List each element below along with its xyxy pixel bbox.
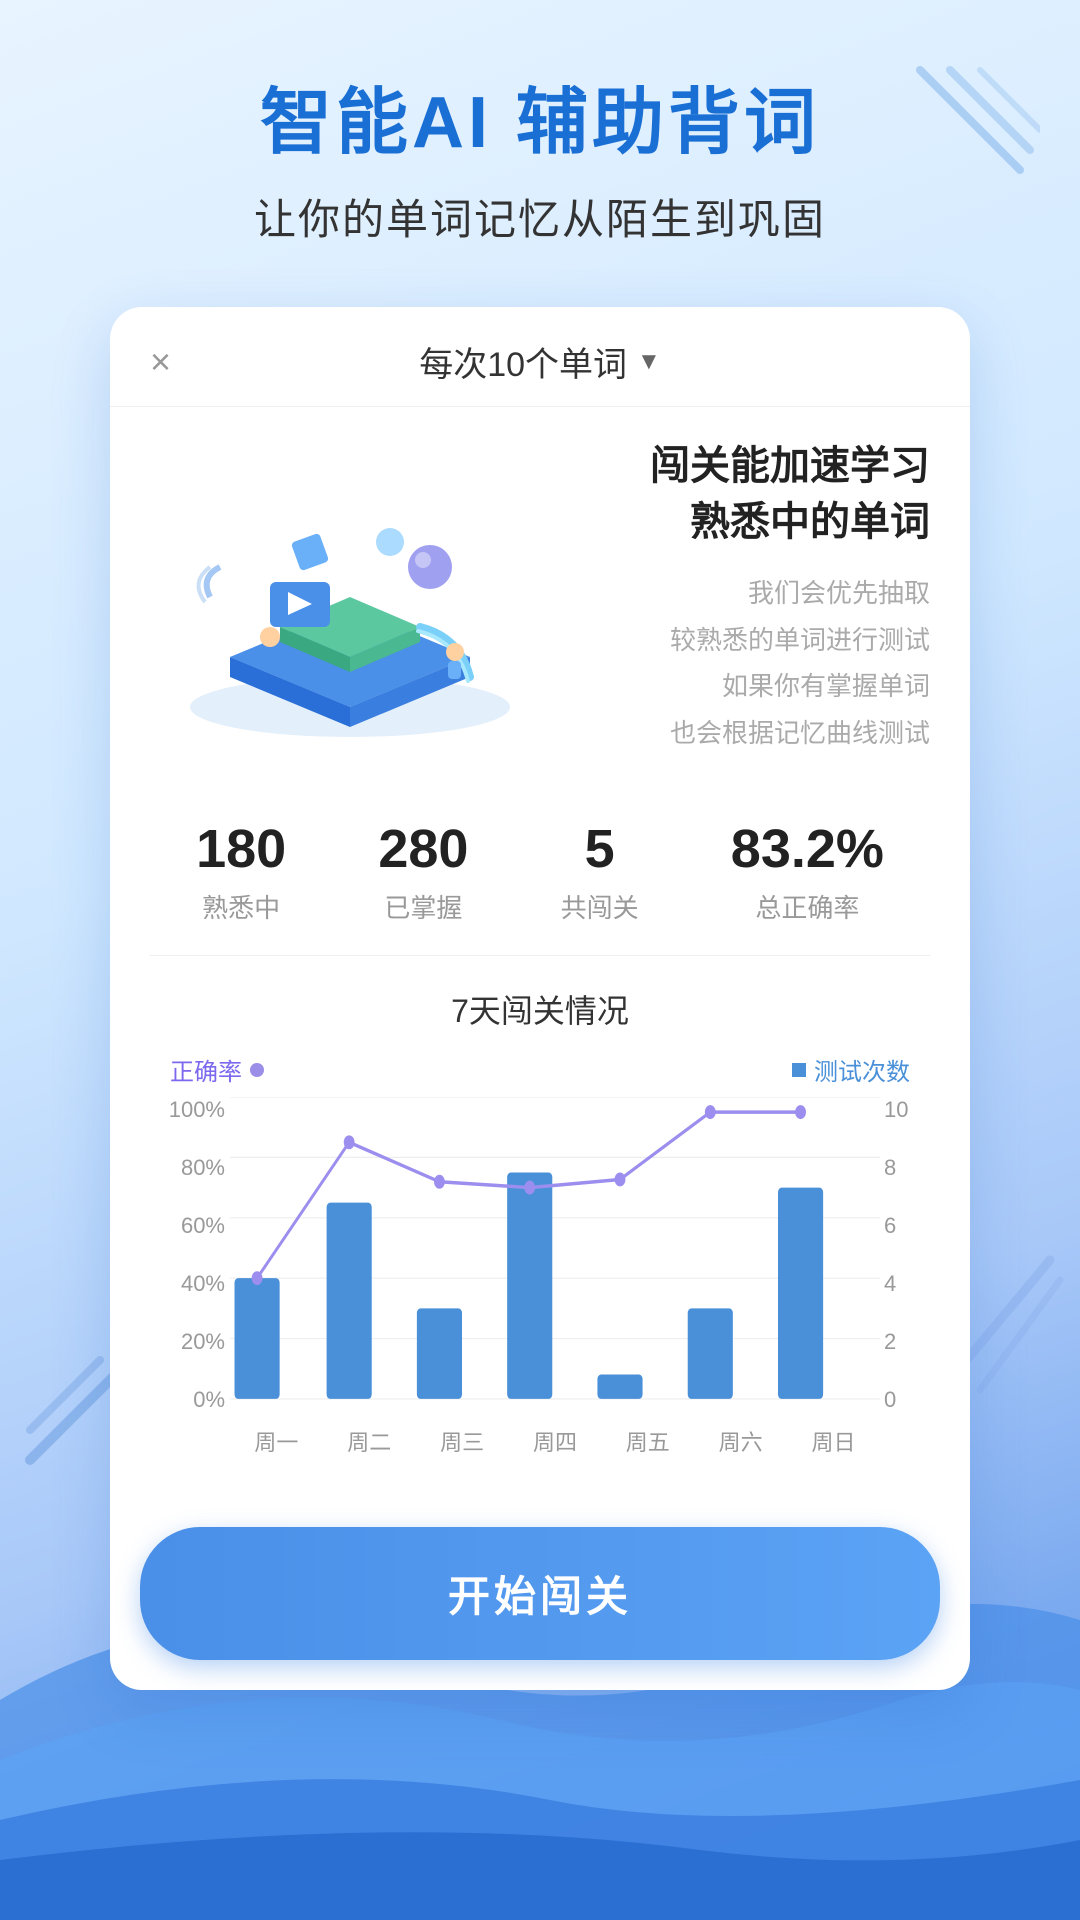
y-right-0: 0 [884,1387,920,1413]
title-part1: 智能AI [260,83,492,163]
legend-accuracy: 正确率 [170,1052,264,1087]
title-part2: 辅助背词 [516,83,820,163]
x-label-thu: 周四 [533,1425,577,1457]
subtitle: 让你的单词记忆从陌生到巩固 [60,186,1020,247]
y-right-6: 6 [884,1213,920,1239]
x-label-wed: 周三 [440,1425,484,1457]
chart-svg [230,1097,880,1457]
stat-familiar-label: 熟悉中 [196,888,286,925]
y-label-100: 100% [160,1097,225,1123]
legend-dot [250,1063,264,1077]
x-label-sat: 周六 [719,1425,763,1457]
card-wrapper: × 每次10个单词 ▼ [0,287,1080,1770]
desc-line4: 也会根据记忆曲线测试 [570,710,930,757]
stat-levels-value: 5 [561,817,639,882]
stat-familiar: 180 熟悉中 [196,817,286,925]
chart-section: 7天闯关情况 正确率 测试次数 [150,986,930,1477]
main-title: 智能AI 辅助背词 [60,80,1020,166]
stat-accuracy-label: 总正确率 [731,888,884,925]
desc-line3: 如果你有掌握单词 [570,663,930,710]
legend-square [792,1063,806,1077]
page-header: 智能AI 辅助背词 让你的单词记忆从陌生到巩固 [0,0,1080,287]
intro-text: 闯关能加速学习 熟悉中的单词 我们会优先抽取 较熟悉的单词进行测试 如果你有掌握… [570,438,930,757]
card-content: 闯关能加速学习 熟悉中的单词 我们会优先抽取 较熟悉的单词进行测试 如果你有掌握… [110,407,970,1507]
intro-heading: 闯关能加速学习 熟悉中的单词 [570,438,930,550]
y-label-80: 80% [160,1155,225,1181]
close-button[interactable]: × [150,341,171,383]
stat-levels-label: 共闯关 [561,888,639,925]
chart-title: 7天闯关情况 [160,986,920,1032]
chart-area-wrapper: 100% 80% 60% 40% 20% 0% 10 8 6 4 2 [160,1097,920,1457]
y-label-0: 0% [160,1387,225,1413]
legend-tests-label: 测试次数 [814,1052,910,1087]
desc-line2: 较熟悉的单词进行测试 [570,617,930,664]
illustration [150,437,550,757]
stat-mastered: 280 已掌握 [378,817,468,925]
session-selector[interactable]: 每次10个单词 ▼ [419,337,661,386]
main-card: × 每次10个单词 ▼ [110,307,970,1690]
stats-row: 180 熟悉中 280 已掌握 5 共闯关 83.2% 总正确率 [150,797,930,956]
y-axis-left: 100% 80% 60% 40% 20% 0% [160,1097,225,1457]
intro-heading-line1: 闯关能加速学习 [650,444,930,488]
stat-levels: 5 共闯关 [561,817,639,925]
intro-row: 闯关能加速学习 熟悉中的单词 我们会优先抽取 较熟悉的单词进行测试 如果你有掌握… [150,437,930,757]
stat-accuracy-value: 83.2% [731,817,884,882]
stat-mastered-label: 已掌握 [378,888,468,925]
intro-desc: 我们会优先抽取 较熟悉的单词进行测试 如果你有掌握单词 也会根据记忆曲线测试 [570,570,930,757]
y-right-8: 8 [884,1155,920,1181]
stat-mastered-value: 280 [378,817,468,882]
x-label-mon: 周一 [254,1425,298,1457]
card-header: × 每次10个单词 ▼ [110,307,970,407]
y-axis-right: 10 8 6 4 2 0 [884,1097,920,1457]
desc-line1: 我们会优先抽取 [570,570,930,617]
x-label-fri: 周五 [626,1425,670,1457]
legend-tests: 测试次数 [792,1052,910,1087]
intro-heading-line2: 熟悉中的单词 [690,500,930,544]
y-right-4: 4 [884,1271,920,1297]
chart-legend: 正确率 测试次数 [160,1052,920,1087]
y-label-40: 40% [160,1271,225,1297]
stat-familiar-value: 180 [196,817,286,882]
y-label-20: 20% [160,1329,225,1355]
x-axis-labels: 周一 周二 周三 周四 周五 周六 周日 [230,1425,880,1457]
stat-accuracy: 83.2% 总正确率 [731,817,884,925]
legend-accuracy-label: 正确率 [170,1052,242,1087]
y-label-60: 60% [160,1213,225,1239]
session-label: 每次10个单词 [419,337,627,386]
x-label-sun: 周日 [811,1425,855,1457]
y-right-2: 2 [884,1329,920,1355]
dropdown-arrow: ▼ [637,348,661,376]
x-label-tue: 周二 [347,1425,391,1457]
y-right-10: 10 [884,1097,920,1123]
start-button[interactable]: 开始闯关 [140,1527,940,1660]
